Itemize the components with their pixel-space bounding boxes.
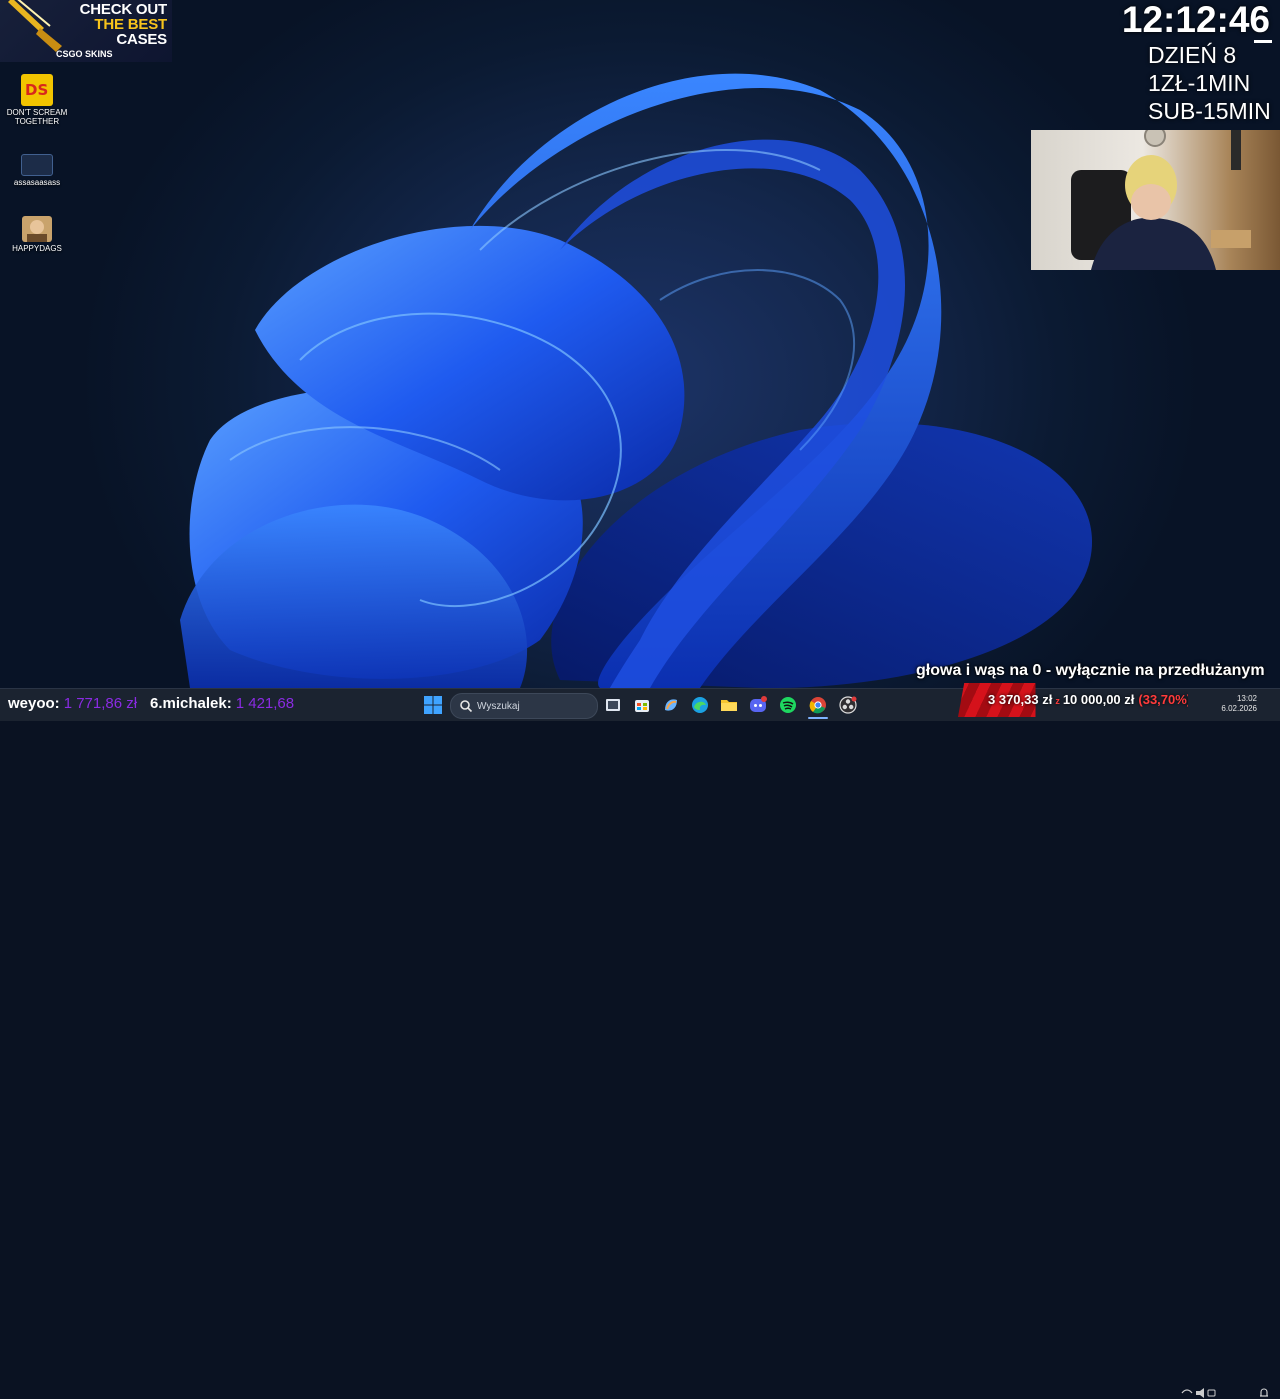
donation-goal-text: 3 370,33 zł z 10 000,00 zł (33,70%)	[988, 692, 1188, 707]
donation-percent: (33,70%)	[1138, 692, 1188, 707]
windows-start-icon[interactable]	[424, 696, 442, 714]
desktop-icon-label: DON'T SCREAM TOGETHER	[6, 108, 68, 126]
donation-goal-bar: 3 370,33 zł z 10 000,00 zł (33,70%)	[958, 683, 1188, 717]
clock-dash	[1254, 40, 1272, 43]
discord-icon[interactable]	[748, 695, 768, 715]
donor-name: 6.michalek:	[150, 695, 232, 712]
webcam-feed	[1031, 130, 1280, 270]
active-app-indicator	[808, 717, 828, 719]
system-tray-icons[interactable]	[1180, 1387, 1216, 1399]
tray-time: 13:02	[1236, 694, 1257, 703]
desktop-icon-dont-scream-together[interactable]: DS DON'T SCREAM TOGETHER	[0, 74, 74, 126]
desktop-icon-happydags[interactable]: HAPPYDAGS	[0, 216, 74, 253]
promo-banner[interactable]: CHECK OUT THE BEST CASES CSGO SKINS	[0, 0, 172, 62]
store-icon[interactable]	[632, 695, 652, 715]
ticker-text: głowa i wąs na 0 - wyłącznie na przedłuż…	[916, 662, 1265, 679]
chrome-icon[interactable]	[808, 695, 828, 715]
search-icon	[460, 700, 473, 713]
tray-date: 6.02.2026	[1221, 704, 1257, 713]
taskbar-search[interactable]	[450, 693, 598, 719]
donation-separator: z	[1055, 696, 1060, 706]
screenshot-file-icon	[21, 154, 53, 176]
file-explorer-icon[interactable]	[719, 695, 739, 715]
donor-amount: 1 771,86 zł	[63, 695, 138, 712]
tray-clock[interactable]: 13:02 6.02.2026	[1217, 694, 1257, 714]
donor-amount: 1 421,68	[235, 695, 295, 712]
donation-goal: 10 000,00 zł	[1062, 692, 1135, 707]
knife-icon	[8, 0, 62, 52]
wallpaper-bloom	[180, 73, 1092, 688]
desktop-icon-label: assasaasass	[13, 178, 61, 187]
edge-icon[interactable]	[690, 695, 710, 715]
spotify-icon[interactable]	[778, 695, 798, 715]
promo-brand: CSGO SKINS	[56, 49, 113, 59]
rate-subscription: SUB-15MIN	[1148, 98, 1271, 124]
rate-donation: 1ZŁ-1MIN	[1148, 70, 1251, 96]
dont-scream-together-icon: DS	[21, 74, 53, 106]
copilot-icon[interactable]	[661, 695, 681, 715]
stream-clock: 12:12:46	[1121, 0, 1270, 40]
donation-current: 3 370,33 zł	[988, 692, 1053, 707]
promo-line-3: CASES	[116, 31, 167, 48]
desktop: CHECK OUT THE BEST CASES CSGO SKINS DS D…	[0, 0, 1280, 688]
search-input[interactable]	[475, 697, 595, 715]
top-donor-1: weyoo: 1 771,86 zł	[8, 695, 137, 712]
happydags-icon	[22, 216, 52, 242]
top-donor-2: 6.michalek: 1 421,68	[150, 695, 294, 712]
desktop-icon-label: HAPPYDAGS	[12, 244, 62, 253]
obs-icon[interactable]	[838, 695, 858, 715]
task-view-icon[interactable]	[603, 695, 623, 715]
desktop-icon-assasaasass[interactable]: assasaasass	[0, 154, 74, 187]
donor-name: weyoo:	[8, 695, 60, 712]
notification-bell-icon[interactable]	[1258, 1387, 1270, 1399]
day-counter: DZIEŃ 8	[1148, 42, 1237, 68]
